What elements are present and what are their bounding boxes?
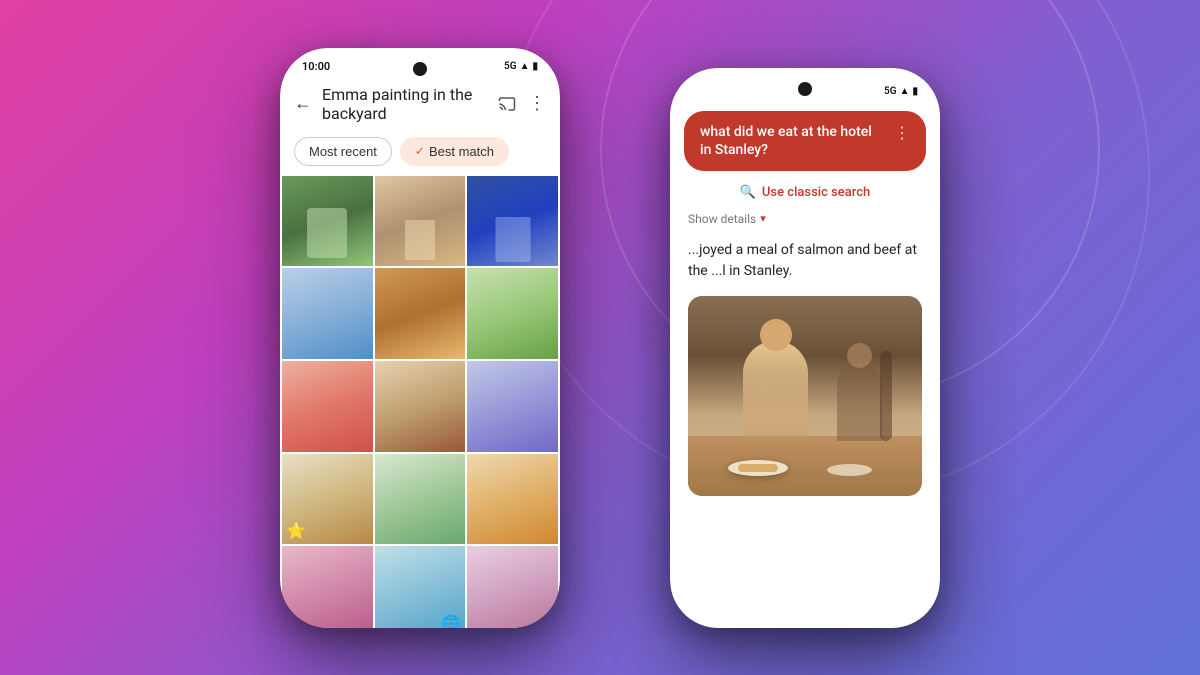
- camera-notch-right: [798, 82, 812, 96]
- photo-cell-15[interactable]: [467, 546, 558, 627]
- photo-cell-7[interactable]: [282, 361, 373, 452]
- photo-grid: ⭐ 🌐: [280, 176, 560, 628]
- search-icon-small: 🔍: [740, 185, 756, 200]
- network-label-left: 5G: [504, 61, 517, 72]
- search-query: what did we eat at the hotel in Stanley?: [700, 123, 886, 159]
- ask-photos-header: what did we eat at the hotel in Stanley?…: [670, 101, 940, 506]
- photo-cell-11[interactable]: [375, 454, 466, 545]
- left-phone-screen: 10:00 5G ▲ ▮ ← Emma painting in the back…: [280, 48, 560, 628]
- answer-text: ...joyed a meal of salmon and beef at th…: [684, 236, 926, 296]
- more-options-button[interactable]: ⋮: [528, 93, 546, 114]
- more-dots-button[interactable]: ⋮: [894, 123, 910, 144]
- photo-cell-5[interactable]: [375, 268, 466, 359]
- person-head-2: [847, 343, 872, 368]
- food-item: [738, 464, 778, 472]
- signal-icon-left: ▲: [520, 61, 530, 72]
- cast-icon[interactable]: [496, 93, 518, 115]
- photo-cell-8[interactable]: [375, 361, 466, 452]
- classic-search-label: Use classic search: [762, 185, 870, 200]
- phones-container: 10:00 5G ▲ ▮ ← Emma painting in the back…: [250, 28, 950, 648]
- status-icons-left: 5G ▲ ▮: [504, 61, 538, 72]
- network-label-right: 5G: [884, 86, 897, 97]
- filter-most-recent-label: Most recent: [309, 144, 377, 159]
- search-bubble: what did we eat at the hotel in Stanley?…: [684, 111, 926, 171]
- globe-badge: 🌐: [441, 614, 461, 628]
- chevron-down-icon: ▾: [760, 212, 766, 225]
- table-surface: [688, 436, 922, 496]
- photo-cell-9[interactable]: [467, 361, 558, 452]
- show-details-label: Show details: [688, 212, 756, 226]
- photo-cell-3[interactable]: [467, 176, 558, 267]
- phone-left: 10:00 5G ▲ ▮ ← Emma painting in the back…: [280, 48, 560, 628]
- search-header: ← Emma painting in the backyard ⋮: [280, 77, 560, 133]
- back-button[interactable]: ←: [294, 93, 312, 114]
- person-figure: [743, 341, 808, 441]
- photo-cell-6[interactable]: [467, 268, 558, 359]
- filter-row: Most recent ✓ Best match: [280, 133, 560, 176]
- signal-icon-right: ▲: [900, 86, 910, 97]
- plate-right: [827, 464, 872, 476]
- classic-search-link[interactable]: 🔍 Use classic search: [684, 181, 926, 210]
- filter-best-match-label: Best match: [429, 144, 494, 159]
- check-icon: ✓: [415, 144, 425, 158]
- filter-best-match[interactable]: ✓ Best match: [400, 137, 509, 166]
- photo-cell-1[interactable]: [282, 176, 373, 267]
- search-bubble-inner: what did we eat at the hotel in Stanley?…: [700, 123, 910, 159]
- filter-most-recent[interactable]: Most recent: [294, 137, 392, 166]
- photo-cell-4[interactable]: [282, 268, 373, 359]
- photo-cell-2[interactable]: [375, 176, 466, 267]
- person-head: [760, 319, 792, 351]
- status-icons-right: 5G ▲ ▮: [884, 86, 918, 97]
- battery-icon-right: ▮: [912, 86, 918, 97]
- person-figure-2: [837, 361, 882, 441]
- search-title: Emma painting in the backyard: [322, 85, 486, 123]
- chair-back: [880, 351, 892, 441]
- time-display: 10:00: [302, 60, 330, 73]
- photo-cell-13[interactable]: [282, 546, 373, 627]
- show-details-row[interactable]: Show details ▾: [684, 210, 926, 236]
- photo-cell-10[interactable]: ⭐: [282, 454, 373, 545]
- right-phone-screen: 5G ▲ ▮ what did we eat at the hotel in S…: [670, 68, 940, 628]
- camera-notch-left: [413, 62, 427, 76]
- star-badge: ⭐: [286, 521, 306, 540]
- result-photo: [688, 296, 922, 496]
- photo-cell-14[interactable]: 🌐: [375, 546, 466, 627]
- photo-cell-12[interactable]: [467, 454, 558, 545]
- photo-image-1: [282, 176, 373, 267]
- phone-right: 5G ▲ ▮ what did we eat at the hotel in S…: [670, 68, 940, 628]
- battery-icon-left: ▮: [532, 61, 538, 72]
